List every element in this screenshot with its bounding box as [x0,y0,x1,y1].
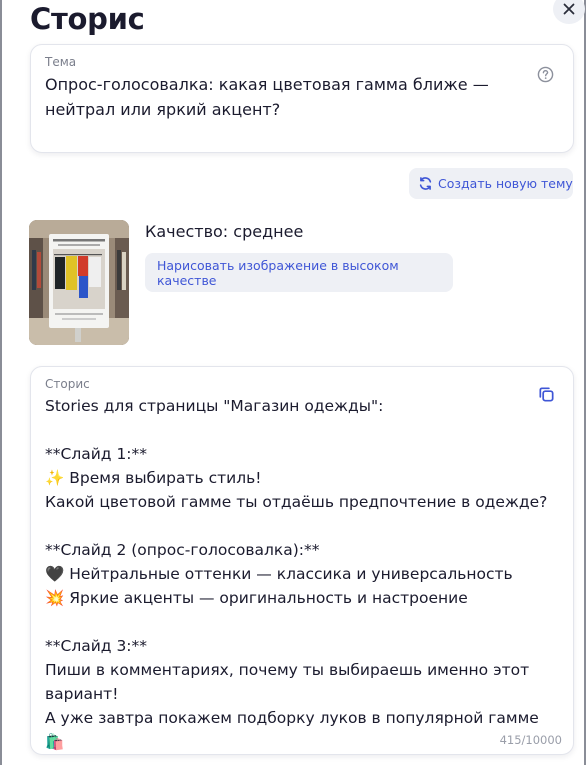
page-title: Сторис [30,2,145,36]
create-new-topic-button[interactable]: Создать новую тему [409,168,573,199]
left-edge-divider [0,0,2,765]
topic-text[interactable]: Опрос-голосовалка: какая цветовая гамма … [45,72,507,122]
character-counter: 415/10000 [499,733,562,747]
story-text[interactable]: Stories для страницы "Магазин одежды": *… [45,394,550,754]
draw-high-quality-button[interactable]: Нарисовать изображение в высоком качеств… [145,253,453,292]
story-field[interactable]: Сторис Stories для страницы "Магазин оде… [30,366,574,755]
topic-label: Тема [45,55,77,69]
story-label: Сторис [45,377,90,391]
quality-status: Качество: среднее [145,222,304,241]
question-circle-icon[interactable] [537,66,554,83]
topic-field[interactable]: Тема Опрос-голосовалка: какая цветовая г… [30,44,574,153]
refresh-icon [419,177,432,190]
close-icon [563,3,575,15]
create-new-topic-label: Создать новую тему [438,176,573,191]
story-image-thumbnail[interactable] [29,220,129,345]
close-button[interactable] [553,0,585,24]
clothing-store-image [29,220,129,345]
